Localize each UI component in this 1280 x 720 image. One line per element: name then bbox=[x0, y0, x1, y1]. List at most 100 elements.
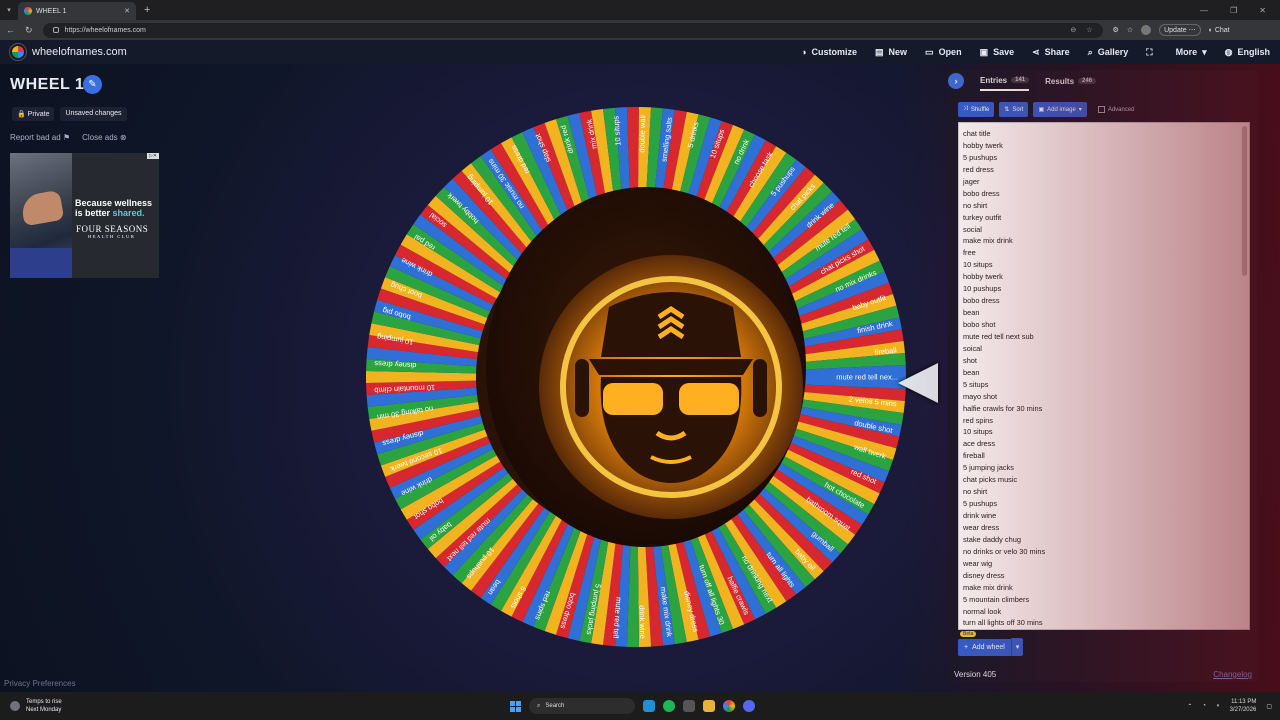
tab-list-icon[interactable]: ▾ bbox=[0, 6, 18, 14]
site-name[interactable]: wheelofnames.com bbox=[32, 46, 127, 58]
entry-line[interactable]: wear dress bbox=[963, 522, 1245, 534]
privacy-preferences-link[interactable]: Privacy Preferences bbox=[4, 679, 76, 688]
bookmark-star-icon[interactable]: ☆ bbox=[1086, 26, 1092, 34]
private-badge[interactable]: 🔒 Private bbox=[12, 107, 55, 121]
entry-line[interactable]: 10 situps bbox=[963, 259, 1245, 271]
entry-line[interactable]: 5 pushups bbox=[963, 152, 1245, 164]
chat-button[interactable]: ◐ Chat bbox=[1209, 27, 1230, 34]
entry-line[interactable]: chat picks music bbox=[963, 474, 1245, 486]
entry-line[interactable]: make mix drink bbox=[963, 235, 1245, 247]
entry-line[interactable]: bobo dress bbox=[963, 188, 1245, 200]
menu-more-button[interactable]: More ▾ bbox=[1176, 47, 1207, 58]
entry-line[interactable]: turn all lights off 30 mins bbox=[963, 617, 1245, 629]
menu-new-button[interactable]: ▤ New bbox=[875, 47, 907, 58]
collapse-panel-icon[interactable]: › bbox=[948, 73, 964, 89]
entry-line[interactable]: mute red tell next sub bbox=[963, 331, 1245, 343]
entry-line[interactable]: bobo shot bbox=[963, 319, 1245, 331]
edge-icon[interactable] bbox=[643, 700, 655, 712]
close-tab-icon[interactable]: ✕ bbox=[124, 7, 130, 15]
network-icon[interactable]: ◔ bbox=[1202, 703, 1206, 709]
entry-line[interactable]: disney dress bbox=[963, 570, 1245, 582]
zoom-icon[interactable]: ⊖ bbox=[1070, 26, 1076, 34]
advanced-checkbox[interactable]: Advanced bbox=[1097, 106, 1135, 113]
entry-line[interactable]: ace dress bbox=[963, 438, 1245, 450]
report-ad-link[interactable]: Report bad ad ⚑ bbox=[10, 133, 70, 142]
changelog-link[interactable]: Changelog bbox=[1213, 670, 1252, 679]
profile-avatar[interactable] bbox=[1141, 25, 1152, 35]
entry-line[interactable]: free bbox=[963, 247, 1245, 259]
entry-line[interactable]: shot bbox=[963, 355, 1245, 367]
entry-line[interactable]: 10 situps bbox=[963, 426, 1245, 438]
advertisement[interactable]: Because wellness is better shared. FOUR … bbox=[10, 153, 159, 278]
menu-open-button[interactable]: ▭ Open bbox=[925, 47, 962, 58]
close-window-icon[interactable]: ✕ bbox=[1259, 6, 1266, 15]
discord-icon[interactable] bbox=[743, 700, 755, 712]
tab-entries[interactable]: Entries 141 bbox=[980, 72, 1030, 91]
entry-line[interactable]: bean bbox=[963, 307, 1245, 319]
entry-line[interactable]: wear wig bbox=[963, 558, 1245, 570]
chrome-icon[interactable] bbox=[723, 700, 735, 712]
entry-line[interactable]: halfie crawls for 30 mins bbox=[963, 403, 1245, 415]
entries-scrollbar[interactable] bbox=[1242, 126, 1247, 276]
entry-line[interactable]: hobby twerk bbox=[963, 271, 1245, 283]
entry-line[interactable]: 10 pushups bbox=[963, 283, 1245, 295]
wheel-graphic[interactable]: mute red tell nex...2 velos 5 minsdouble… bbox=[361, 102, 911, 652]
spotify-icon[interactable] bbox=[663, 700, 675, 712]
entry-line[interactable]: 5 pushups bbox=[963, 498, 1245, 510]
menu-english-button[interactable]: ◍ English bbox=[1225, 47, 1270, 58]
entry-line[interactable]: hobby twerk bbox=[963, 140, 1245, 152]
address-bar[interactable]: https://wheelofnames.com ⊖ ☆ bbox=[42, 22, 1103, 38]
entry-line[interactable]: chat title bbox=[963, 128, 1245, 140]
entries-textarea[interactable]: chat title hobby twerk 5 pushups red dress j… bbox=[958, 122, 1250, 630]
entry-line[interactable]: no drinks or velo 30 mins bbox=[963, 546, 1245, 558]
site-info-icon[interactable] bbox=[52, 27, 59, 33]
weather-widget[interactable]: Temps to rise Next Monday bbox=[0, 698, 220, 714]
entry-line[interactable]: drink wine bbox=[963, 510, 1245, 522]
entry-line[interactable]: fireball bbox=[963, 450, 1245, 462]
browser-tab[interactable]: WHEEL 1 ✕ bbox=[18, 2, 136, 20]
entry-line[interactable]: mayo shot bbox=[963, 391, 1245, 403]
sort-button[interactable]: ⇅ Sort bbox=[999, 102, 1029, 117]
entry-line[interactable]: 5 situps bbox=[963, 379, 1245, 391]
menu-customize-button[interactable]: ◑ Customize bbox=[801, 47, 857, 57]
entry-line[interactable]: red spins bbox=[963, 415, 1245, 427]
entry-line[interactable]: normal look bbox=[963, 606, 1245, 618]
menu-gallery-button[interactable]: ⌕ Gallery bbox=[1088, 47, 1129, 58]
tab-results[interactable]: Results 246 bbox=[1045, 73, 1097, 90]
entry-line[interactable]: make mix drink bbox=[963, 582, 1245, 594]
taskbar-search[interactable]: ⌕ Search bbox=[529, 698, 635, 714]
volume-icon[interactable]: ◖ bbox=[1216, 703, 1220, 709]
edit-title-icon[interactable]: ✎ bbox=[83, 75, 102, 94]
update-button[interactable]: Update ⋯ bbox=[1159, 24, 1201, 36]
entry-line[interactable]: soical bbox=[963, 343, 1245, 355]
entry-line[interactable]: turkey outfit bbox=[963, 212, 1245, 224]
add-wheel-dropdown-icon[interactable]: ▾ bbox=[1010, 638, 1024, 656]
entry-line[interactable]: red dress bbox=[963, 164, 1245, 176]
notifications-icon[interactable]: ▢ bbox=[1266, 703, 1272, 710]
file-explorer-icon[interactable] bbox=[703, 700, 715, 712]
menu-share-button[interactable]: ⋖ Share bbox=[1032, 47, 1070, 58]
adchoices-icon[interactable]: ▷✕ bbox=[146, 153, 159, 159]
entry-line[interactable]: 5 jumping jacks bbox=[963, 462, 1245, 474]
wheel-logo-icon[interactable] bbox=[10, 44, 26, 60]
add-image-button[interactable]: ▣ Add image ▾ bbox=[1033, 102, 1087, 117]
terminal-icon[interactable] bbox=[683, 700, 695, 712]
reload-icon[interactable]: ↻ bbox=[25, 25, 33, 36]
menu-save-button[interactable]: ▣ Save bbox=[980, 47, 1015, 58]
extensions-icon[interactable]: ⚙ bbox=[1113, 26, 1119, 34]
entry-line[interactable]: 5 mountain climbers bbox=[963, 594, 1245, 606]
shuffle-button[interactable]: ⤨ Shuffle bbox=[958, 102, 995, 117]
entry-line[interactable]: bobo dress bbox=[963, 295, 1245, 307]
back-icon[interactable]: ← bbox=[6, 25, 15, 35]
entry-line[interactable]: jager bbox=[963, 176, 1245, 188]
entry-line[interactable]: no shirt bbox=[963, 200, 1245, 212]
menu-fullscreen-button[interactable]: ⛶ bbox=[1146, 47, 1157, 58]
tray-chevron-icon[interactable]: ⌃ bbox=[1187, 703, 1192, 710]
new-tab-icon[interactable]: + bbox=[144, 4, 150, 16]
clock[interactable]: 11:13 PM 3/27/2026 bbox=[1230, 698, 1257, 714]
entry-line[interactable]: social bbox=[963, 224, 1245, 236]
entry-line[interactable]: bean bbox=[963, 367, 1245, 379]
start-icon[interactable] bbox=[510, 700, 521, 712]
wheel[interactable]: mute red tell nex... 2 velos 5 mins double… bbox=[361, 102, 911, 652]
add-wheel-button[interactable]: + Add wheel bbox=[958, 638, 1011, 656]
